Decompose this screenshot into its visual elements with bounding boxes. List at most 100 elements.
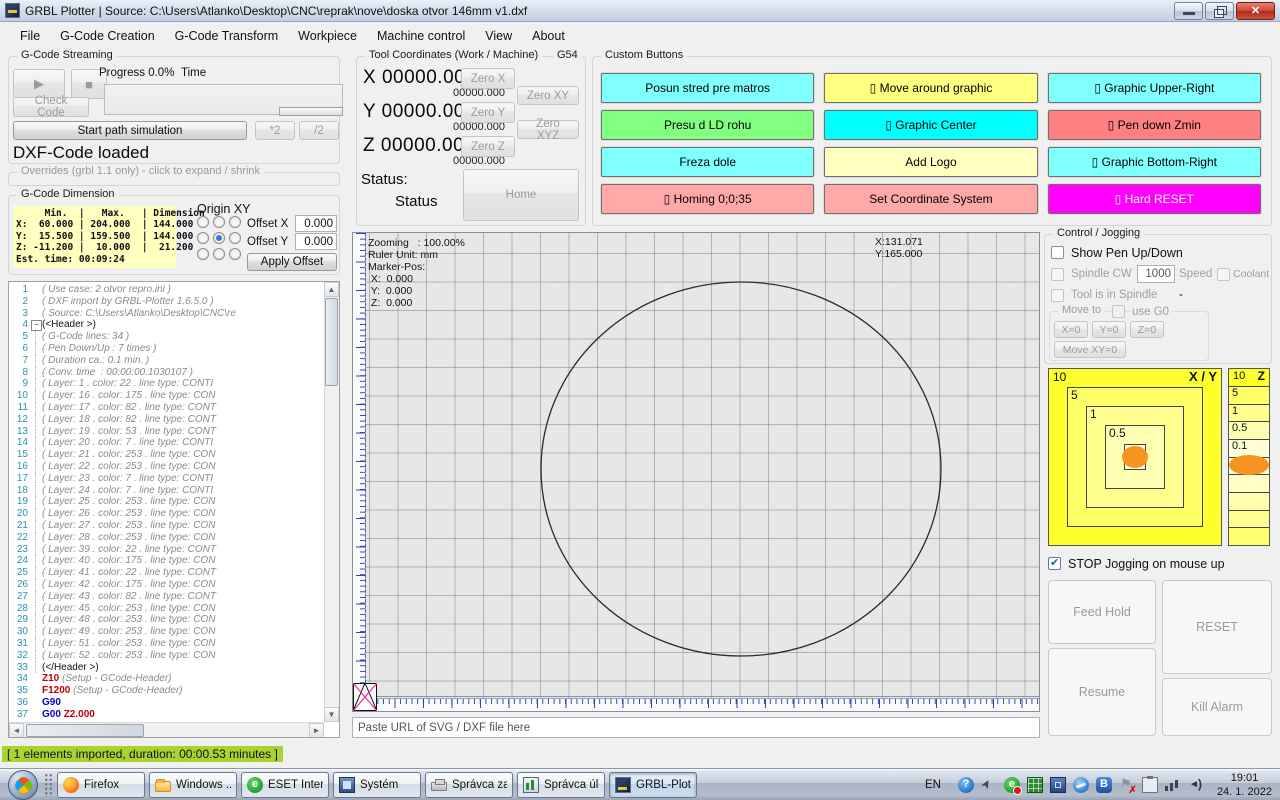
jog-z-row-1[interactable]: 1: [1229, 405, 1269, 423]
origin-radio-2-1[interactable]: [213, 248, 225, 260]
bluetooth-icon[interactable]: [1096, 777, 1112, 793]
origin-radio-0-1[interactable]: [213, 216, 225, 228]
taskbar-item-spr-vca-zari[interactable]: Správca zari...: [425, 772, 513, 798]
jog-z-handle[interactable]: [1229, 455, 1269, 475]
jog-z-strip[interactable]: 10 Z 510.50.1: [1228, 368, 1270, 546]
origin-radio-2-2[interactable]: [229, 248, 241, 260]
menu-item-view[interactable]: View: [475, 26, 522, 46]
custom-button-graphic-bottom-right[interactable]: ▯ Graphic Bottom-Right: [1048, 147, 1261, 177]
menu-item-file[interactable]: File: [10, 26, 50, 46]
coolant-checkbox[interactable]: [1217, 268, 1230, 281]
menu-item-about[interactable]: About: [522, 26, 575, 46]
zero-x-button[interactable]: Zero X: [461, 68, 515, 89]
feed-hold-button[interactable]: Feed Hold: [1048, 580, 1156, 644]
speed-half-button[interactable]: /2: [299, 121, 339, 140]
resume-button[interactable]: Resume: [1048, 648, 1156, 736]
taskbar-item-grbl-plott[interactable]: GRBL-Plott...: [609, 772, 697, 798]
move-x0-button[interactable]: X=0: [1054, 321, 1088, 338]
origin-radio-1-2[interactable]: [229, 232, 241, 244]
scroll-left-arrow[interactable]: ◄: [9, 723, 24, 738]
move-y0-button[interactable]: Y=0: [1092, 321, 1126, 338]
spindle-cw-checkbox[interactable]: [1051, 268, 1064, 281]
taskbar-item-spr-vca-lo[interactable]: Správca úlo...: [517, 772, 605, 798]
overrides-label[interactable]: Overrides (grbl 1.1 only) - click to exp…: [17, 165, 264, 177]
taskbar-clock[interactable]: 19:01 24. 1. 2022: [1217, 771, 1272, 799]
taskbar-item-eset-interne[interactable]: ESET Interne...: [241, 772, 329, 798]
close-button[interactable]: [1236, 2, 1275, 20]
origin-radio-2-0[interactable]: [197, 248, 209, 260]
origin-radio-1-0[interactable]: [197, 232, 209, 244]
taskbar-item-syst-m[interactable]: Systém: [333, 772, 421, 798]
jog-z-row-7[interactable]: [1229, 511, 1269, 529]
origin-radio-1-1[interactable]: [213, 232, 225, 244]
start-button[interactable]: [8, 770, 38, 800]
signal-icon[interactable]: [1165, 777, 1181, 793]
scroll-down-arrow[interactable]: ▼: [324, 707, 339, 722]
speed-double-button[interactable]: *2: [255, 121, 295, 140]
gcode-editor[interactable]: 1( Use case: 2 otvor repro.ini )2( DXF i…: [8, 281, 340, 738]
kill-alarm-button[interactable]: Kill Alarm: [1162, 678, 1272, 736]
jog-z-step-10[interactable]: 10: [1233, 370, 1245, 382]
custom-button-pen-down-zmin[interactable]: ▯ Pen down Zmin: [1048, 110, 1261, 140]
custom-button-add-logo[interactable]: Add Logo: [824, 147, 1037, 177]
use-g0-checkbox[interactable]: [1112, 305, 1125, 318]
tool-in-spindle-checkbox[interactable]: [1051, 289, 1064, 302]
feed-override-slider[interactable]: [279, 107, 343, 116]
action-center-icon[interactable]: [1119, 777, 1135, 793]
eset-tray-icon[interactable]: [1004, 777, 1020, 793]
vertical-scrollbar[interactable]: ▲ ▼: [324, 282, 339, 722]
custom-button-freza-dole[interactable]: Freza dole: [601, 147, 814, 177]
restore-button[interactable]: [1205, 2, 1234, 20]
pointer-icon[interactable]: [981, 777, 997, 793]
origin-radio-0-0[interactable]: [197, 216, 209, 228]
url-input[interactable]: [352, 717, 1040, 738]
stop-jogging-checkbox[interactable]: [1048, 557, 1061, 570]
offset-x-input[interactable]: [295, 215, 337, 232]
zero-xyz-button[interactable]: Zero XYZ: [517, 120, 579, 139]
move-z0-button[interactable]: Z=0: [1130, 321, 1164, 338]
taskbar-item-windows[interactable]: Windows ...: [149, 772, 237, 798]
check-code-button[interactable]: Check Code: [13, 97, 89, 117]
custom-button-move-around-graphic[interactable]: ▯ Move around graphic: [824, 73, 1037, 103]
jog-z-row-6[interactable]: [1229, 493, 1269, 511]
plot-canvas[interactable]: Zooming : 100.00%Ruler Unit: mmMarker-Po…: [352, 232, 1040, 712]
vertical-scroll-thumb[interactable]: [325, 298, 338, 386]
language-indicator[interactable]: EN: [925, 779, 941, 791]
custom-button-posun-stred-pre-matros[interactable]: Posun stred pre matros: [601, 73, 814, 103]
reset-button[interactable]: RESET: [1162, 580, 1272, 674]
zero-z-button[interactable]: Zero Z: [461, 136, 515, 157]
jog-xy-handle[interactable]: [1122, 446, 1148, 468]
home-button[interactable]: Home: [463, 169, 579, 221]
horizontal-scrollbar[interactable]: ◄ ►: [9, 722, 324, 737]
jog-z-row-5[interactable]: [1229, 475, 1269, 493]
jog-xy-pad[interactable]: 10 X / Y 5 1 0.5 0.1: [1048, 368, 1222, 546]
menu-item-workpiece[interactable]: Workpiece: [288, 26, 367, 46]
speed-input[interactable]: [1137, 265, 1175, 283]
offset-y-input[interactable]: [295, 233, 337, 250]
zero-xy-button[interactable]: Zero XY: [517, 86, 579, 105]
taskbar-item-firefox[interactable]: Firefox: [57, 772, 145, 798]
custom-button-graphic-center[interactable]: ▯ Graphic Center: [824, 110, 1037, 140]
clipboard-icon[interactable]: [1142, 777, 1158, 793]
green-grid-icon[interactable]: [1027, 777, 1043, 793]
overrides-group[interactable]: Overrides (grbl 1.1 only) - click to exp…: [8, 172, 340, 186]
jog-z-row-2[interactable]: 0.5: [1229, 422, 1269, 440]
scroll-up-arrow[interactable]: ▲: [324, 282, 339, 297]
jog-xy-step-10[interactable]: 10: [1053, 370, 1066, 384]
origin-radio-0-2[interactable]: [229, 216, 241, 228]
menu-item-g-code-creation[interactable]: G-Code Creation: [50, 26, 165, 46]
volume-icon[interactable]: [1188, 777, 1204, 793]
zero-y-button[interactable]: Zero Y: [461, 102, 515, 123]
custom-button-hard-reset[interactable]: ▯ Hard RESET: [1048, 184, 1261, 214]
start-simulation-button[interactable]: Start path simulation: [13, 121, 247, 140]
blue-app-icon[interactable]: [1050, 777, 1066, 793]
fold-toggle-icon[interactable]: [31, 319, 42, 331]
menu-item-g-code-transform[interactable]: G-Code Transform: [165, 26, 289, 46]
show-pen-checkbox[interactable]: [1051, 246, 1064, 259]
scroll-right-arrow[interactable]: ►: [309, 723, 324, 738]
horizontal-scroll-thumb[interactable]: [26, 724, 144, 737]
minimize-button[interactable]: [1174, 2, 1203, 20]
custom-button-graphic-upper-right[interactable]: ▯ Graphic Upper-Right: [1048, 73, 1261, 103]
custom-button-presu-d-ld-rohu[interactable]: Presu d LD rohu: [601, 110, 814, 140]
network-icon[interactable]: [1073, 777, 1089, 793]
